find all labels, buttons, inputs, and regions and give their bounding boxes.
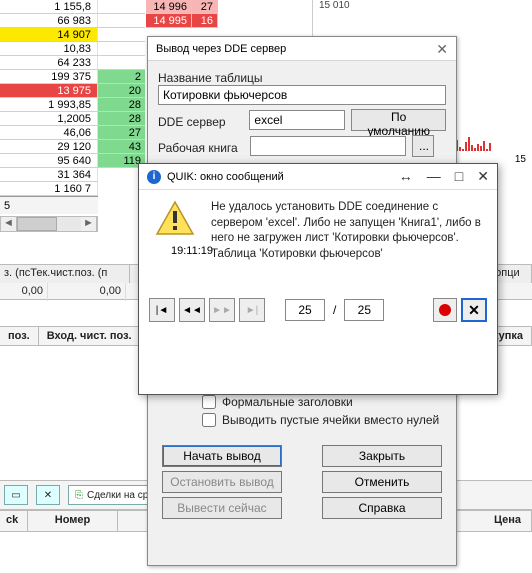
col-header: Вход. чист. поз. (39, 327, 141, 345)
deals-icon: ⎘ (75, 490, 83, 501)
minimize-icon[interactable]: — (427, 168, 441, 185)
message-text: Не удалось установить DDE соединение с с… (211, 200, 483, 262)
help-button[interactable]: Справка (322, 497, 442, 519)
price-cell: 46,06 (0, 126, 98, 139)
chart-tick-bottom: 15 (515, 154, 526, 165)
scroll-thumb[interactable] (17, 217, 57, 231)
start-export-button[interactable]: Начать вывод (162, 445, 282, 467)
col-header[interactable]: Цена (488, 511, 532, 531)
stop-export-button: Остановить вывод (162, 471, 282, 493)
bg-footer: 5 (0, 196, 98, 214)
bid-cell: 43 (98, 140, 145, 154)
price-cell: 1 993,85 (0, 98, 98, 111)
horizontal-scrollbar[interactable]: ◄ ► (0, 216, 98, 232)
bid-cell: 28 (98, 98, 145, 112)
check-empty[interactable]: Выводить пустые ячейки вместо нулей (202, 413, 446, 427)
info-icon: i (147, 170, 161, 184)
close-button[interactable]: Закрыть (322, 445, 442, 467)
cancel-button[interactable]: Отменить (322, 471, 442, 493)
export-now-button: Вывести сейчас (162, 497, 282, 519)
dde-title: Вывод через DDE сервер (156, 37, 286, 61)
price-cell: 31 364 (0, 168, 98, 181)
check-formal[interactable]: Формальные заголовки (202, 395, 446, 409)
price-cell: 1,2005 (0, 112, 98, 125)
close-icon[interactable]: ✕ (436, 37, 448, 61)
cell: 0,00 (48, 283, 126, 301)
scroll-left-icon[interactable]: ◄ (1, 217, 17, 231)
bg-number-column: 1 155,866 98314 90710,8364 233199 37513 … (0, 0, 98, 214)
window-tab-icon[interactable]: ▭ (4, 485, 28, 505)
ask-cell: 14 995 (146, 14, 192, 28)
col-header: з. (псТек.чист.поз. (п (0, 265, 130, 283)
page-separator: / (329, 303, 340, 317)
ask-cell: 16 (192, 14, 218, 28)
resize-icon[interactable]: ↔ (399, 168, 413, 185)
bid-cell: 20 (98, 84, 145, 98)
dde-server-input[interactable] (249, 110, 345, 130)
close-message-button[interactable]: ✕ (461, 298, 487, 322)
page-current-input[interactable] (285, 299, 325, 321)
ask-cell: 14 996 (146, 0, 192, 14)
record-button[interactable] (433, 298, 457, 322)
col-header[interactable]: Номер (28, 511, 118, 531)
table-name-label: Название таблицы (158, 71, 446, 85)
price-cell: 1 160 7 (0, 182, 98, 195)
record-icon (439, 304, 451, 316)
price-cell: 66 983 (0, 14, 98, 27)
message-time: 19:11:19 (153, 245, 197, 257)
price-cell: 29 120 (0, 140, 98, 153)
bid-cell: 27 (98, 126, 145, 140)
workbook-input[interactable] (250, 136, 406, 156)
workbook-label: Рабочая книга (158, 141, 244, 155)
col-header: ck (0, 511, 28, 531)
quik-message-dialog: i QUIK: окно сообщений ↔ — □ ✕ 19:11:19 … (138, 163, 498, 395)
price-cell: 64 233 (0, 56, 98, 69)
price-cell: 1 155,8 (0, 0, 98, 13)
quik-title: QUIK: окно сообщений (167, 171, 284, 183)
prev-button[interactable]: ◄◄ (179, 298, 205, 322)
ask-column: 14 9962714 99516 (146, 0, 218, 28)
warning-icon: 19:11:19 (153, 200, 197, 262)
ask-cell: 27 (192, 0, 218, 14)
page-total (344, 299, 384, 321)
price-cell: 10,83 (0, 42, 98, 55)
col-header: поз. (0, 327, 39, 345)
window-tab[interactable]: ⎘ Сделки на ср (68, 485, 155, 505)
scroll-right-icon[interactable]: ► (81, 217, 97, 231)
cell: 0,00 (0, 283, 48, 301)
bid-cell: 28 (98, 112, 145, 126)
default-button[interactable]: По умолчанию (351, 109, 446, 131)
window-tab-close-icon[interactable]: ✕ (36, 485, 60, 505)
price-cell: 199 375 (0, 70, 98, 83)
next-button: ►► (209, 298, 235, 322)
chart-tick-top: 15 010 (319, 0, 350, 11)
close-icon[interactable]: ✕ (477, 168, 489, 185)
table-name-input[interactable] (158, 85, 446, 105)
dde-server-label: DDE сервер (158, 115, 243, 129)
price-cell: 14 907 (0, 28, 98, 41)
bid-column: 22028282743119 (98, 0, 145, 168)
price-cell: 95 640 (0, 154, 98, 167)
bid-cell: 2 (98, 70, 145, 84)
price-cell: 13 975 (0, 84, 98, 97)
last-button: ►| (239, 298, 265, 322)
maximize-icon[interactable]: □ (455, 168, 463, 185)
browse-button[interactable]: ... (412, 135, 434, 157)
first-button[interactable]: |◄ (149, 298, 175, 322)
